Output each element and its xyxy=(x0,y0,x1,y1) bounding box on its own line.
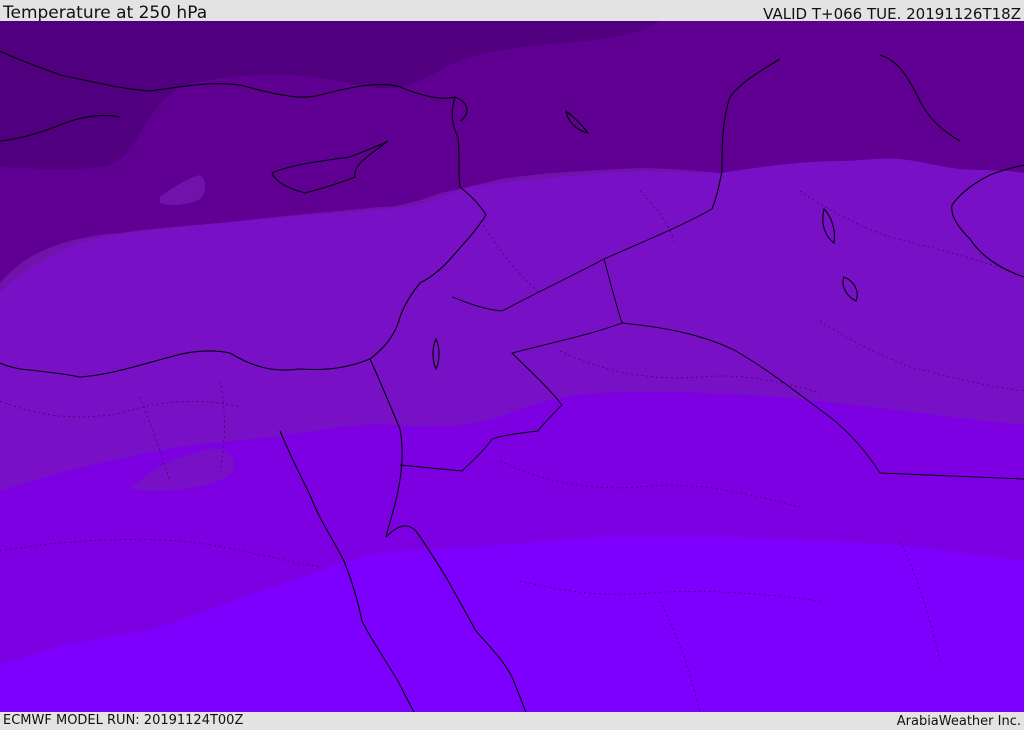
credit: ArabiaWeather Inc. xyxy=(896,714,1021,729)
model-run: ECMWF MODEL RUN: 20191124T00Z xyxy=(3,713,244,728)
map-title: Temperature at 250 hPa xyxy=(3,3,208,23)
header-bar: Temperature at 250 hPa VALID T+066 TUE. … xyxy=(0,0,1024,23)
weather-map xyxy=(0,21,1024,712)
footer-bar: ECMWF MODEL RUN: 20191124T00Z ArabiaWeat… xyxy=(0,712,1024,729)
